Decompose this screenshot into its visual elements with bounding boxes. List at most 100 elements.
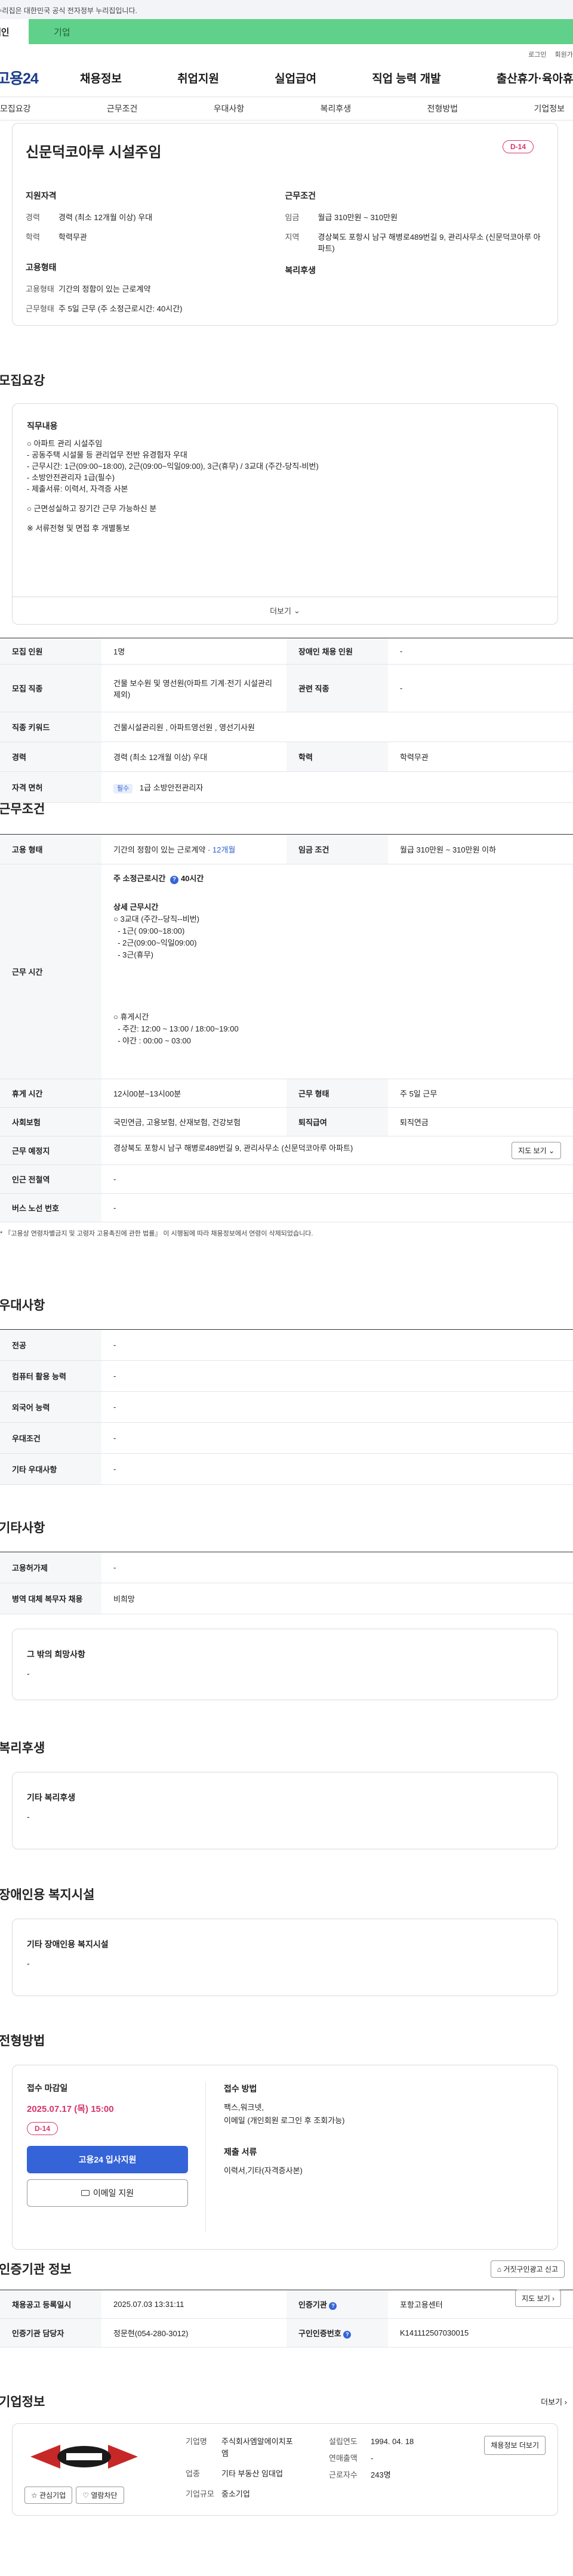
tab-apply-method[interactable]: 전형방법	[427, 103, 458, 115]
posting-id-value: K141112507030015	[388, 2318, 573, 2348]
major-value: -	[101, 1329, 573, 1361]
other-hope-value: -	[27, 1669, 30, 1678]
posting-id-label: 구인인증번호 ?	[286, 2318, 388, 2348]
recruit-section: 모집요강 직무내용 ○ 아파트 관리 시설주임 - 공동주택 시설물 등 관리업…	[0, 371, 573, 803]
station-value: -	[101, 1165, 573, 1194]
tab-welfare[interactable]: 복리후생	[321, 103, 352, 115]
break-time-value: 12시00분~13시00분	[101, 1079, 286, 1108]
agency-staff-value: 정문현(054-280-3012)	[101, 2318, 286, 2348]
login-link[interactable]: 로그인	[528, 50, 546, 63]
gov-banner: 이 누리집은 대한민국 공식 전자정부 누리집입니다.	[0, 0, 573, 19]
welfare-value: -	[27, 1812, 30, 1821]
tab-conditions[interactable]: 근무조건	[107, 103, 138, 115]
company-more-link[interactable]: 더보기 ›	[541, 2396, 567, 2407]
utility-links: 로그인 회원가입	[0, 44, 573, 63]
label: 관련 직종	[286, 664, 388, 712]
hours-line: - 1근( 09:00~18:00)	[113, 926, 185, 935]
summary-right: 근무조건 임금 월급 310만원 ~ 310만원 지역 경상북도 포항시 남구 해병…	[285, 190, 545, 322]
apply-right: 접수 방법 팩스,워크넷, 이메일 (개인회원 로그인 후 조회가능) 제출 서…	[206, 2082, 345, 2232]
desc-line: - 제출서류: 이력서, 자격증 사본	[27, 484, 128, 493]
others-table: 고용허가제 - 병역 대체 복무자 채용 비희망	[0, 1552, 573, 1614]
tab-company[interactable]: 기업	[29, 19, 573, 44]
company-logo	[30, 2445, 138, 2469]
site-logo[interactable]: 고용24	[0, 67, 80, 88]
qualification-title: 지원자격	[26, 191, 57, 200]
email-apply-label: 이메일 지원	[93, 2188, 134, 2198]
job-category-value: 건물 보수원 및 영선원(아파트 기계·전기 시설관리 제외)	[101, 664, 286, 712]
label: 외국어 능력	[0, 1391, 101, 1423]
recruit-table: 모집 인원 1명 장애인 채용 인원 - 모집 직종 건물 보수원 및 영선원(…	[0, 638, 573, 803]
welfare-heading: 복리후생	[0, 1741, 45, 1755]
deadline-label: 접수 마감일	[27, 2083, 68, 2093]
welfare-card-title: 기타 복리후생	[27, 1793, 76, 1802]
gnb-item-jobs[interactable]: 채용정보	[80, 70, 122, 86]
weekly-hours-label: 주 소정근로시간	[113, 874, 168, 883]
info-icon[interactable]: ?	[170, 876, 178, 884]
label: 인증기관 담당자	[0, 2318, 101, 2348]
preference-heading: 우대사항	[0, 1299, 45, 1312]
label: 기업규모	[186, 2489, 214, 2498]
member-type-segment: 개인 기업	[0, 19, 573, 44]
email-apply-button[interactable]: 이메일 지원	[27, 2179, 188, 2207]
gnb-item-employment-support[interactable]: 취업지원	[177, 70, 219, 86]
wage-value: 월급 310만원 ~ 310만원	[318, 213, 398, 222]
employment-type-value: 기간의 정함이 있는 근로계약	[58, 285, 151, 294]
report-fake-ad-button[interactable]: ⌂ 거짓구인광고 신고	[490, 2260, 565, 2278]
agency-heading: 인증기관 정보	[0, 2263, 72, 2277]
section-tabs: 모집요강 근무조건 우대사항 복리후생 전형방법 기업정보	[0, 97, 573, 121]
desc-line: - 공동주택 시설물 등 관리업무 전반 유경험자 우대	[27, 450, 187, 459]
label: 고용허가제	[0, 1552, 101, 1583]
company-section: 기업정보 더보기 › ☆ 관심기업 ♡ 열람차단 기업명 주식회사엠알에이치포엠 …	[0, 2392, 573, 2516]
disabled-facility-section: 장애인용 복지시설 기타 장애인용 복지시설 -	[0, 1885, 573, 1996]
block-view-button[interactable]: ♡ 열람차단	[76, 2487, 124, 2504]
label: 고용형태	[26, 285, 54, 294]
insurance-value: 국민연금, 고용보험, 산재보험, 건강보험	[101, 1107, 286, 1136]
interest-company-button[interactable]: ☆ 관심기업	[24, 2487, 73, 2504]
desc-line: - 소방안전관리자 1급(필수)	[27, 473, 115, 482]
desc-line: ○ 아파트 관리 시설주임	[27, 439, 103, 448]
map-view-label: 지도 보기	[522, 2294, 550, 2303]
map-view-label: 지도 보기	[518, 1147, 547, 1155]
label: 모집 인원	[0, 638, 101, 665]
label: 근무 시간	[0, 864, 101, 1079]
apply-heading: 전형방법	[0, 2034, 45, 2048]
tab-company[interactable]: 기업정보	[534, 103, 565, 115]
preference-table: 전공 - 컴퓨터 활용 능력 - 외국어 능력 - 우대조건 - 기타 우대사항 -	[0, 1329, 573, 1485]
gnb-item-parental-leave[interactable]: 출산휴가·육아휴직	[497, 70, 573, 86]
label: 채용공고 등록일시	[0, 2290, 101, 2319]
label: 임금	[285, 213, 300, 222]
info-icon[interactable]: ?	[343, 2331, 352, 2339]
more-button[interactable]: 더보기 ⌄	[12, 597, 558, 625]
job-description-card: 직무내용 ○ 아파트 관리 시설주임 - 공동주택 시설물 등 관리업무 전반 …	[12, 403, 558, 597]
gnb-item-unemployment-benefit[interactable]: 실업급여	[275, 70, 316, 86]
education-value: 학력무관	[388, 742, 573, 772]
info-icon[interactable]: ?	[329, 2302, 337, 2310]
map-view-button[interactable]: 지도 보기 ⌄	[512, 1142, 561, 1159]
location-value: 경상북도 포항시 남구 해병로489번길 9, 관리사무소 (신문덕코아루 아파…	[113, 1144, 353, 1153]
label: 직종 키워드	[0, 712, 101, 742]
label: 근로자수	[329, 2470, 358, 2479]
company-jobs-button[interactable]: 채용정보 더보기	[484, 2436, 546, 2455]
other-preference-value: -	[101, 1453, 573, 1485]
apply-left: 접수 마감일 2025.07.17 (목) 15:00 D-14 고용24 입사…	[27, 2082, 206, 2232]
job-description-text: ○ 아파트 관리 시설주임 - 공동주택 시설물 등 관리업무 전반 유경험자 …	[27, 438, 543, 534]
label: 설립연도	[329, 2437, 358, 2446]
more-label: 더보기	[270, 607, 291, 616]
signup-link[interactable]: 회원가입	[555, 50, 573, 63]
retirement-value: 퇴직연금	[388, 1107, 573, 1136]
dday-badge: D-14	[502, 140, 534, 153]
company-size-value: 중소기업	[221, 2489, 250, 2498]
label: 장애인 채용 인원	[286, 638, 388, 665]
apply-button[interactable]: 고용24 입사지원	[27, 2146, 188, 2173]
job-title: 신문덕코아루 시설주임	[26, 144, 162, 160]
tab-recruit[interactable]: 모집요강	[0, 103, 31, 115]
tab-preference[interactable]: 우대사항	[214, 103, 245, 115]
established-value: 1994. 04. 18	[371, 2437, 414, 2446]
gnb-item-vocational-training[interactable]: 직업 능력 개발	[372, 70, 440, 86]
agency-map-button[interactable]: 지도 보기 ›	[515, 2290, 561, 2307]
other-hope-title: 그 밖의 희망사항	[27, 1650, 85, 1659]
region-value: 경상북도 포항시 남구 해병로489번길 9, 관리사무소 (신문덕코아루 아파…	[318, 233, 541, 253]
home-icon: ⌂	[497, 2265, 504, 2274]
agency-label: 인증기관 ?	[286, 2290, 388, 2319]
tab-personal[interactable]: 개인	[0, 19, 29, 44]
